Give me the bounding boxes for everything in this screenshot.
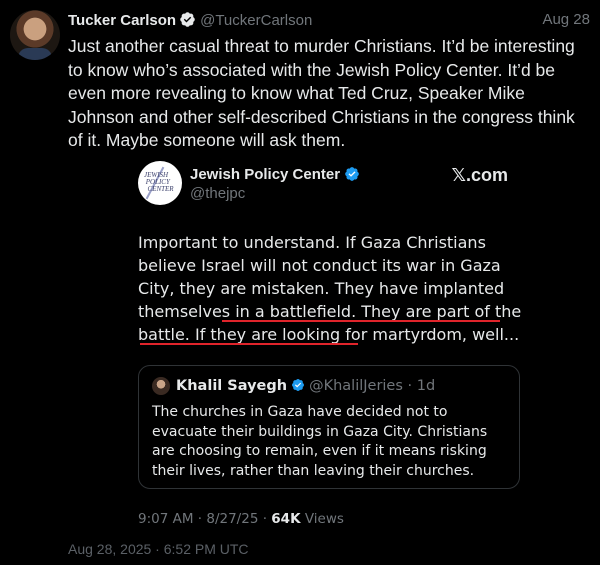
- embed-time: 9:07 AM · 8/27/25 ·: [138, 511, 272, 527]
- embedded-post-image[interactable]: JEWISH POLICY CENTER Jewish Policy Cente…: [122, 153, 532, 541]
- author-avatar[interactable]: [10, 10, 60, 60]
- verified-badge-icon: [179, 11, 196, 33]
- embed-author-name: Jewish Policy Center: [190, 166, 360, 186]
- verified-badge-icon: [344, 166, 360, 186]
- quote-avatar: [152, 377, 170, 395]
- red-underline: [222, 320, 500, 322]
- x-logo-icon: 𝕏.com: [451, 165, 508, 186]
- tweet-text: Just another casual threat to murder Chr…: [68, 36, 575, 150]
- author-handle[interactable]: @TuckerCarlson: [200, 12, 312, 29]
- quote-header: Khalil Sayegh @KhalilJeries · 1d: [176, 377, 435, 397]
- tweet-header: Tucker Carlson @TuckerCarlson Aug 28: [68, 11, 590, 33]
- tweet-timestamp[interactable]: Aug 28, 2025 · 6:52 PM UTC: [68, 541, 249, 557]
- quote-text: The churches in Gaza have decided not to…: [152, 404, 488, 479]
- jpc-logo: JEWISH POLICY CENTER: [138, 161, 182, 205]
- embed-text: Important to understand. If Gaza Christi…: [138, 233, 522, 344]
- red-underline: [140, 343, 358, 345]
- author-name[interactable]: Tucker Carlson: [68, 12, 176, 29]
- embed-views-label: Views: [300, 511, 344, 527]
- quote-author-handle: @KhalilJeries: [309, 378, 403, 394]
- quote-author-name: Khalil Sayegh: [176, 378, 288, 394]
- quoted-post: Khalil Sayegh @KhalilJeries · 1d The chur…: [138, 365, 520, 489]
- embed-views-count: 64K: [271, 511, 301, 527]
- embed-meta: 9:07 AM · 8/27/25 · 64K Views: [138, 511, 344, 527]
- verified-badge-icon: [291, 378, 305, 397]
- embed-author-handle: @thejpc: [190, 185, 246, 202]
- source-label: .com: [465, 165, 508, 185]
- tweet-date[interactable]: Aug 28: [542, 11, 590, 29]
- quote-age: · 1d: [407, 378, 436, 394]
